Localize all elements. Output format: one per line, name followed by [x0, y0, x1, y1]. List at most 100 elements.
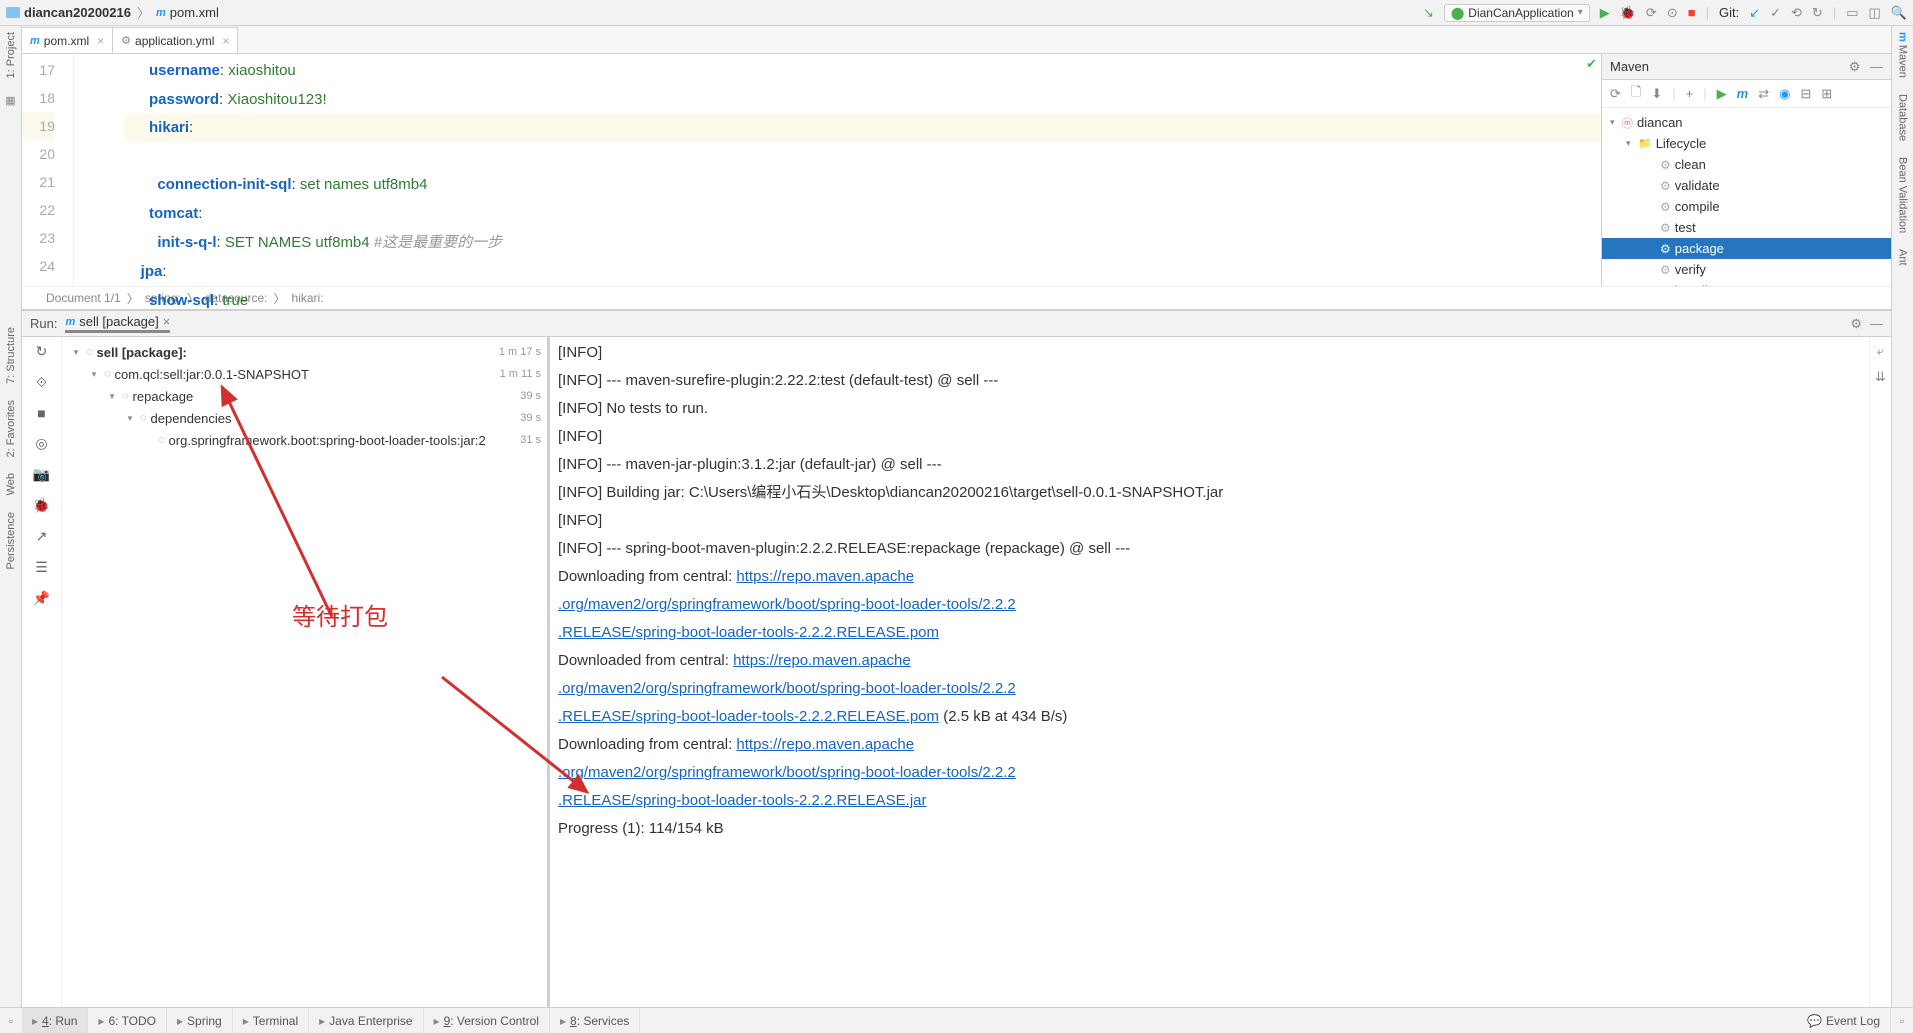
maven-goal-validate[interactable]: ⚙validate — [1602, 175, 1891, 196]
maven-goal-compile[interactable]: ⚙compile — [1602, 196, 1891, 217]
maven-file-icon: m — [156, 7, 166, 19]
maven-goal-clean[interactable]: ⚙clean — [1602, 154, 1891, 175]
run-build-tree[interactable]: 等待打包 ▾◌ sell [package]: 1 m 17 s ▾◌ com.… — [62, 337, 550, 1007]
m-icon[interactable]: m — [1737, 86, 1749, 101]
reload-icon[interactable]: ⟳ — [1610, 86, 1621, 102]
left-tab-favorites[interactable]: 2: Favorites — [5, 400, 17, 457]
run-tab-label[interactable]: sell [package] — [79, 314, 159, 329]
bottom-tab-terminal[interactable]: ▸Terminal — [233, 1008, 309, 1033]
minimize-icon[interactable]: — — [1870, 316, 1883, 331]
split-icon[interactable]: ◫ — [1869, 5, 1881, 21]
bottom-tab-6-todo[interactable]: ▸6: TODO — [88, 1008, 167, 1033]
hammer-icon[interactable]: ↘ — [1423, 5, 1434, 21]
rerun-icon[interactable]: ↻ — [36, 343, 48, 360]
toolbar-right: ↘ ⬤ DianCanApplication ▾ ▶ 🐞 ⟳ ⊙ ■ | Git… — [1423, 4, 1907, 22]
tab-pom[interactable]: m pom.xml × — [21, 27, 113, 53]
run-console[interactable]: [INFO][INFO] --- maven-surefire-plugin:2… — [550, 337, 1869, 1007]
attach-icon[interactable]: ⟐ — [36, 374, 47, 391]
collapse-icon[interactable]: ⊟ — [1800, 86, 1811, 102]
corner-icon[interactable]: ▫ — [1891, 1014, 1913, 1028]
code-editor[interactable]: 1718192021222324 username: xiaoshitou pa… — [22, 54, 1601, 286]
annotation-text: 等待打包 — [292, 597, 388, 632]
toggle-icon[interactable]: ⇄ — [1758, 86, 1769, 102]
tab-application-yml[interactable]: ⚙ application.yml × — [112, 27, 238, 53]
bottom-tab-4-run[interactable]: ▸4: Run — [22, 1008, 88, 1033]
expand-icon[interactable]: ⊞ — [1821, 86, 1832, 102]
exit-icon[interactable]: ↗ — [36, 528, 48, 545]
right-tab-database[interactable]: Database — [1897, 94, 1909, 141]
left-tab-web[interactable]: Web — [5, 473, 17, 495]
bottom-tool-bar: ▫ ▸4: Run▸6: TODO▸Spring▸Terminal▸Java E… — [0, 1007, 1913, 1033]
crumb-doc: Document 1/1 — [46, 291, 121, 305]
close-icon[interactable]: × — [97, 34, 104, 48]
generate-icon[interactable]: 🗋 — [1631, 83, 1641, 105]
balloon-icon: 💬 — [1807, 1014, 1822, 1028]
run-icon[interactable]: ▶ — [1717, 86, 1727, 102]
git-history-icon[interactable]: ⟲ — [1791, 5, 1802, 21]
breadcrumb-sep: 〉 — [137, 3, 150, 22]
run-config-selector[interactable]: ⬤ DianCanApplication ▾ — [1444, 4, 1590, 22]
download-icon[interactable]: ⬇ — [1651, 86, 1662, 102]
event-log-button[interactable]: 💬 Event Log — [1797, 1008, 1891, 1033]
search-icon[interactable]: 🔍 — [1891, 5, 1907, 21]
scroll-icon[interactable]: ⇊ — [1875, 369, 1886, 385]
maven-header: Maven ⚙ — — [1602, 54, 1891, 80]
git-revert-icon[interactable]: ↻ — [1812, 5, 1823, 21]
maven-goal-test[interactable]: ⚙test — [1602, 217, 1891, 238]
camera-icon[interactable]: 📷 — [33, 466, 50, 483]
maven-goal-package[interactable]: ⚙package — [1602, 238, 1891, 259]
minimize-icon[interactable]: — — [1870, 59, 1883, 74]
layout-icon[interactable]: ☰ — [35, 559, 48, 576]
inspection-ok-icon: ✔ — [1586, 56, 1597, 72]
right-tab-ant[interactable]: Ant — [1897, 249, 1909, 266]
coverage-icon[interactable]: ⟳ — [1646, 5, 1657, 21]
top-nav-bar: diancan20200216 〉 m pom.xml ↘ ⬤ DianCanA… — [0, 0, 1913, 26]
run-tool-window: Run: m sell [package] × ⚙ — ↻ ⟐ ■ ◎ 📷 🐞 … — [22, 310, 1891, 1007]
right-tab-bean[interactable]: Bean Validation — [1897, 157, 1909, 233]
soft-wrap-icon[interactable]: ⤶ — [1877, 343, 1884, 359]
layout-icon[interactable]: ▭ — [1846, 5, 1858, 21]
left-tab-persistence[interactable]: Persistence — [5, 512, 17, 569]
git-label: Git: — [1719, 5, 1739, 20]
bug-icon[interactable]: 🐞 — [33, 497, 50, 514]
git-commit-icon[interactable]: ✓ — [1770, 5, 1781, 21]
maven-file-icon: m — [30, 35, 40, 47]
breadcrumb-file[interactable]: pom.xml — [170, 5, 219, 20]
gear-icon[interactable]: ⚙ — [1849, 59, 1861, 74]
target-icon[interactable]: ◎ — [35, 435, 47, 452]
stop-icon[interactable]: ■ — [1688, 5, 1696, 20]
close-icon[interactable]: × — [222, 34, 229, 48]
gear-icon[interactable]: ⚙ — [1850, 316, 1862, 332]
debug-icon[interactable]: 🐞 — [1620, 5, 1636, 21]
run-tree-node[interactable]: ◌ org.springframework.boot:spring-boot-l… — [62, 429, 547, 451]
stop-icon[interactable]: ■ — [37, 405, 45, 421]
breadcrumb: diancan20200216 〉 m pom.xml — [6, 3, 219, 22]
pin-icon[interactable]: 📌 — [33, 590, 50, 607]
maven-root[interactable]: ▾ⓜdiancan — [1602, 112, 1891, 133]
run-tree-node[interactable]: ▾◌ sell [package]: 1 m 17 s — [62, 341, 547, 363]
add-icon[interactable]: + — [1686, 86, 1694, 101]
editor-code[interactable]: username: xiaoshitou password: Xiaoshito… — [74, 54, 1601, 286]
maven-goal-verify[interactable]: ⚙verify — [1602, 259, 1891, 280]
git-update-icon[interactable]: ↙ — [1749, 5, 1760, 21]
bottom-tab-spring[interactable]: ▸Spring — [167, 1008, 233, 1033]
profile-icon[interactable]: ⊙ — [1667, 5, 1678, 21]
bottom-tab-java-enterprise[interactable]: ▸Java Enterprise — [309, 1008, 423, 1033]
right-tab-maven[interactable]: m Maven — [1897, 32, 1909, 78]
folder-stripe-icon[interactable]: ▦ — [5, 94, 15, 107]
run-tree-node[interactable]: ▾◌ com.qcl:sell:jar:0.0.1-SNAPSHOT 1 m 1… — [62, 363, 547, 385]
tool-window-icon[interactable]: ▫ — [0, 1014, 22, 1028]
run-tree-node[interactable]: ▾◌ repackage 39 s — [62, 385, 547, 407]
breadcrumb-project[interactable]: diancan20200216 — [24, 5, 131, 20]
target-icon[interactable]: ◉ — [1779, 86, 1790, 102]
run-icon[interactable]: ▶ — [1600, 5, 1610, 21]
bottom-tab-8-services[interactable]: ▸8: Services — [550, 1008, 640, 1033]
run-tree-node[interactable]: ▾◌ dependencies 39 s — [62, 407, 547, 429]
bottom-tab-9-version-control[interactable]: ▸9: Version Control — [424, 1008, 550, 1033]
close-icon[interactable]: × — [163, 314, 171, 329]
run-left-toolbar: ↻ ⟐ ■ ◎ 📷 🐞 ↗ ☰ 📌 — [22, 337, 62, 1007]
maven-lifecycle[interactable]: ▾📁Lifecycle — [1602, 133, 1891, 154]
left-tab-structure[interactable]: 7: Structure — [5, 327, 17, 384]
left-tab-project[interactable]: 1: Project — [5, 32, 17, 78]
maven-tree[interactable]: ▾ⓜdiancan▾📁Lifecycle⚙clean⚙validate⚙comp… — [1602, 108, 1891, 286]
